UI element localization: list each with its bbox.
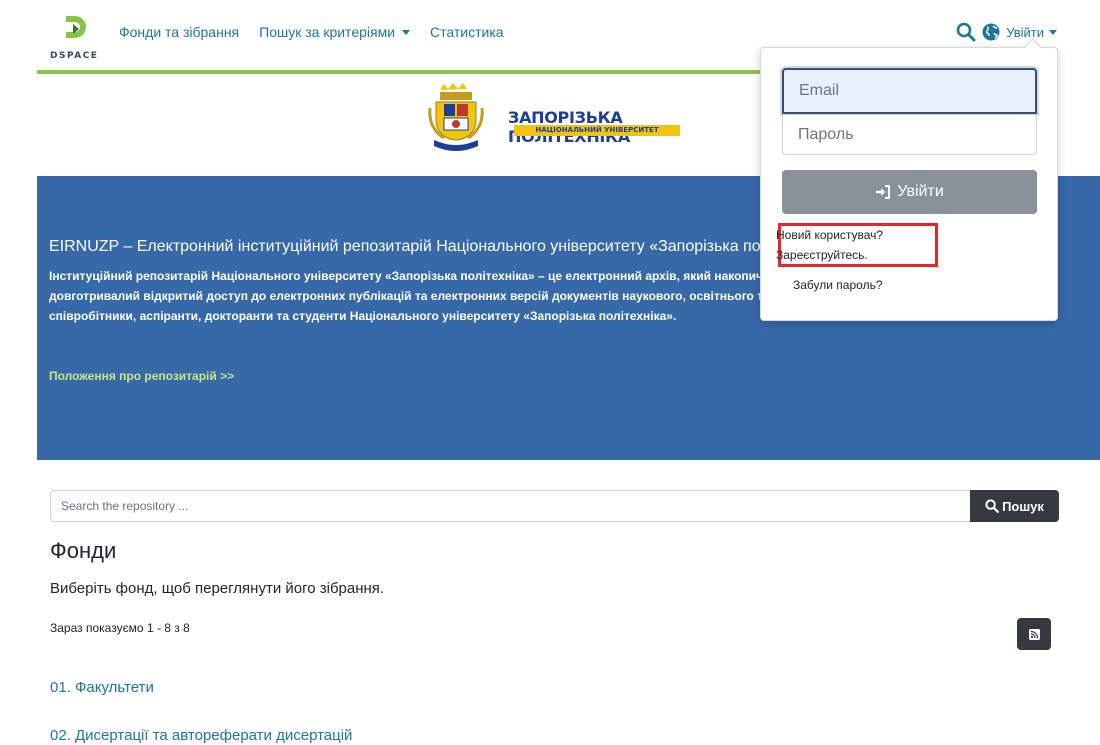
nav-browse-dropdown[interactable]: Пошук за критеріями (259, 24, 411, 40)
nav-statistics[interactable]: Статистика (430, 24, 504, 40)
login-submit-button[interactable]: Увійти (782, 170, 1037, 214)
new-user-link[interactable]: Новий користувач? (776, 228, 883, 242)
header-actions: Увійти (956, 22, 1057, 42)
community-link[interactable]: 01. Факультети (50, 679, 154, 696)
forgot-password-link[interactable]: Забули пароль? (793, 278, 883, 292)
login-toggle-label: Увійти (1006, 24, 1044, 40)
login-dropdown-panel: Увійти Новий користувач? Зареєструйтесь.… (760, 47, 1058, 321)
dspace-logo[interactable]: DSPACE (50, 14, 106, 64)
dspace-logo-icon (66, 16, 86, 38)
community-link[interactable]: 02. Дисертації та автореферати дисертаці… (50, 727, 352, 744)
page-description: Виберіть фонд, щоб переглянути його зібр… (50, 580, 385, 597)
login-submit-label: Увійти (897, 183, 944, 200)
search-icon (985, 499, 999, 513)
nav-communities-collections[interactable]: Фонди та зібрання (119, 24, 239, 40)
university-crest-icon (428, 83, 484, 151)
password-field[interactable] (782, 114, 1037, 155)
pagination-info: Зараз показуємо 1 - 8 з 8 (50, 621, 190, 635)
page-title: Фонди (50, 538, 117, 563)
globe-icon[interactable] (982, 23, 1000, 41)
caret-down-icon (1049, 29, 1057, 35)
rss-feed-button[interactable] (1017, 618, 1051, 650)
nav-statistics-label: Статистика (430, 24, 504, 40)
email-field[interactable] (782, 68, 1037, 114)
university-emblem[interactable]: ЗАПОРІЗЬКА ПОЛІТЕХНІКА НАЦІОНАЛЬНИЙ УНІВ… (428, 82, 688, 152)
search-button-label: Пошук (1002, 498, 1044, 514)
emblem-subtitle: НАЦІОНАЛЬНИЙ УНІВЕРСИТЕТ (514, 125, 680, 136)
register-link[interactable]: Зареєструйтесь. (776, 248, 868, 262)
caret-down-icon (402, 29, 411, 35)
repository-policy-link[interactable]: Положення про репозитарій >> (49, 369, 234, 383)
logo-wordmark: DSPACE (50, 51, 99, 61)
main-nav: Фонди та зібрання Пошук за критеріями Ст… (119, 24, 504, 40)
search-input[interactable] (50, 490, 970, 522)
sign-in-icon (876, 185, 891, 199)
search-icon[interactable] (956, 22, 976, 42)
nav-communities-label: Фонди та зібрання (119, 24, 240, 40)
nav-browse-label: Пошук за критеріями (259, 24, 396, 40)
rss-icon (1028, 628, 1040, 640)
search-button[interactable]: Пошук (970, 490, 1059, 522)
